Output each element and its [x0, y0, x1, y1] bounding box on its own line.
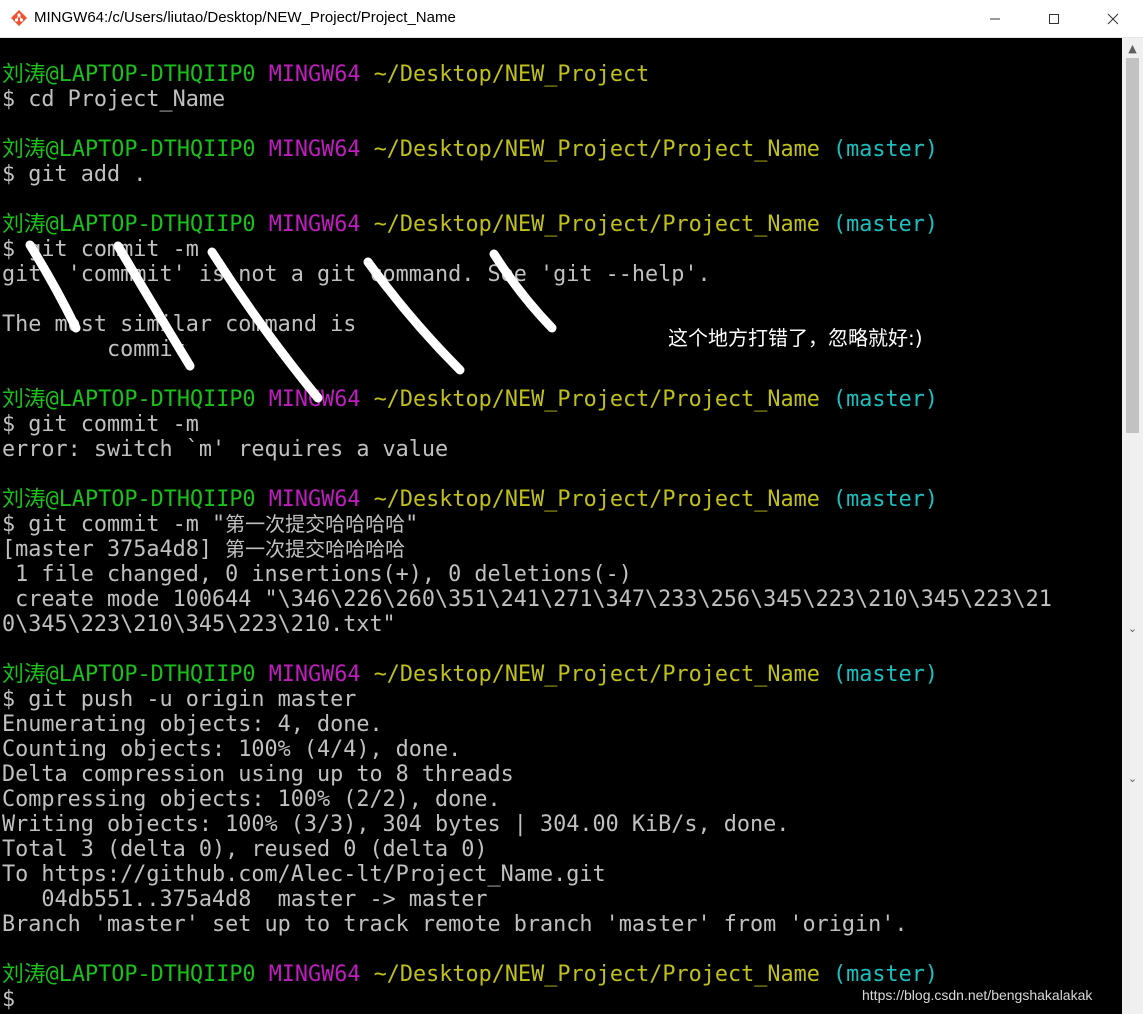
- prompt-host: MINGW64: [268, 62, 361, 87]
- command-prompt: $: [2, 987, 16, 1012]
- prompt-branch: (master): [833, 212, 938, 237]
- command-text: $ git commit -m ": [2, 512, 226, 537]
- prompt-user: 刘涛@LAPTOP-DTHQIIP0: [2, 387, 256, 412]
- output-line: error: switch `m' requires a value: [2, 437, 449, 462]
- prompt-line: 刘涛@LAPTOP-DTHQIIP0 MINGW64 ~/Desktop/NEW…: [2, 62, 649, 87]
- output-line: Writing objects: 100% (3/3), 304 bytes |…: [2, 812, 790, 837]
- prompt-line: 刘涛@LAPTOP-DTHQIIP0 MINGW64 ~/Desktop/NEW…: [2, 662, 938, 687]
- prompt-branch: (master): [833, 962, 938, 987]
- output-line: To https://github.com/Alec-lt/Project_Na…: [2, 862, 606, 887]
- prompt-branch: (master): [833, 137, 938, 162]
- prompt-path: ~/Desktop/NEW_Project/Project_Name: [373, 662, 820, 687]
- maximize-icon: [1049, 13, 1059, 24]
- chevron-down-icon: ⌄: [1127, 621, 1138, 635]
- output-line: create mode 100644 "\346\226\260\351\241…: [2, 587, 1052, 612]
- window-titlebar[interactable]: MINGW64:/c/Users/liutao/Desktop/NEW_Proj…: [0, 0, 1143, 38]
- output-line: The most similar command is: [2, 312, 357, 337]
- scroll-up-button[interactable]: ▲: [1122, 38, 1143, 58]
- annotation-note: 这个地方打错了，忽略就好:): [668, 326, 923, 350]
- minimize-button[interactable]: [966, 0, 1024, 37]
- command-line: $ git commit -m: [2, 237, 199, 262]
- commit-message: 第一次提交哈哈哈哈: [225, 537, 406, 561]
- vertical-scrollbar[interactable]: ▲ ⌄ ⌄: [1122, 38, 1143, 1014]
- output-line: Counting objects: 100% (4/4), done.: [2, 737, 462, 762]
- close-button[interactable]: [1084, 0, 1142, 37]
- prompt-line: 刘涛@LAPTOP-DTHQIIP0 MINGW64 ~/Desktop/NEW…: [2, 212, 938, 237]
- prompt-branch: (master): [833, 387, 938, 412]
- minimize-icon: [990, 18, 1000, 19]
- prompt-branch: (master): [833, 487, 938, 512]
- watermark: https://blog.csdn.net/bengshakalakak: [862, 987, 1093, 1003]
- prompt-host: MINGW64: [268, 387, 361, 412]
- maximize-button[interactable]: [1025, 0, 1083, 37]
- git-bash-icon: [11, 10, 27, 26]
- prompt-user: 刘涛@LAPTOP-DTHQIIP0: [2, 962, 256, 987]
- command-line: $ git commit -m: [2, 412, 199, 437]
- prompt-user: 刘涛@LAPTOP-DTHQIIP0: [2, 137, 256, 162]
- prompt-line: 刘涛@LAPTOP-DTHQIIP0 MINGW64 ~/Desktop/NEW…: [2, 487, 938, 512]
- prompt-host: MINGW64: [268, 137, 361, 162]
- chevron-up-icon: ▲: [1128, 41, 1137, 55]
- prompt-path: ~/Desktop/NEW_Project/Project_Name: [373, 487, 820, 512]
- output-line: Enumerating objects: 4, done.: [2, 712, 383, 737]
- scroll-down-button-2[interactable]: ⌄: [1122, 768, 1143, 788]
- command-line: $ git push -u origin master: [2, 687, 357, 712]
- commit-message: 第一次提交哈哈哈哈: [225, 512, 406, 536]
- output-line: [master 375a4d8] 第一次提交哈哈哈哈: [2, 537, 405, 562]
- command-line: $ git add .: [2, 162, 147, 187]
- prompt-line: 刘涛@LAPTOP-DTHQIIP0 MINGW64 ~/Desktop/NEW…: [2, 962, 938, 987]
- prompt-user: 刘涛@LAPTOP-DTHQIIP0: [2, 487, 256, 512]
- prompt-host: MINGW64: [268, 662, 361, 687]
- prompt-user: 刘涛@LAPTOP-DTHQIIP0: [2, 62, 256, 87]
- output-line: Delta compression using up to 8 threads: [2, 762, 514, 787]
- prompt-user: 刘涛@LAPTOP-DTHQIIP0: [2, 212, 256, 237]
- output-line: 04db551..375a4d8 master -> master: [2, 887, 488, 912]
- prompt-path: ~/Desktop/NEW_Project/Project_Name: [373, 212, 820, 237]
- prompt-path: ~/Desktop/NEW_Project: [373, 62, 650, 87]
- window-title: MINGW64:/c/Users/liutao/Desktop/NEW_Proj…: [34, 9, 456, 26]
- output-line: 1 file changed, 0 insertions(+), 0 delet…: [2, 562, 632, 587]
- output-line: git: 'commmit' is not a git command. See…: [2, 262, 711, 287]
- output-line: Total 3 (delta 0), reused 0 (delta 0): [2, 837, 488, 862]
- chevron-down-icon: ⌄: [1127, 771, 1138, 785]
- prompt-user: 刘涛@LAPTOP-DTHQIIP0: [2, 662, 256, 687]
- prompt-host: MINGW64: [268, 212, 361, 237]
- output-line: commit: [2, 337, 186, 362]
- output-line: Branch 'master' set up to track remote b…: [2, 912, 908, 937]
- prompt-branch: (master): [833, 662, 938, 687]
- prompt-path: ~/Desktop/NEW_Project/Project_Name: [373, 962, 820, 987]
- command-line: $ cd Project_Name: [2, 87, 226, 112]
- prompt-path: ~/Desktop/NEW_Project/Project_Name: [373, 387, 820, 412]
- prompt-host: MINGW64: [268, 962, 361, 987]
- commit-header: [master 375a4d8]: [2, 537, 226, 562]
- prompt-host: MINGW64: [268, 487, 361, 512]
- prompt-line: 刘涛@LAPTOP-DTHQIIP0 MINGW64 ~/Desktop/NEW…: [2, 137, 938, 162]
- output-line: 0\345\223\210\345\223\210.txt": [2, 612, 396, 637]
- command-line: $ git commit -m "第一次提交哈哈哈哈": [2, 512, 418, 537]
- prompt-line: 刘涛@LAPTOP-DTHQIIP0 MINGW64 ~/Desktop/NEW…: [2, 387, 938, 412]
- command-text: ": [405, 512, 419, 537]
- scroll-down-button[interactable]: ⌄: [1122, 618, 1143, 638]
- prompt-path: ~/Desktop/NEW_Project/Project_Name: [373, 137, 820, 162]
- scroll-thumb[interactable]: [1126, 58, 1139, 433]
- terminal-output[interactable]: 刘涛@LAPTOP-DTHQIIP0 MINGW64 ~/Desktop/NEW…: [0, 38, 1122, 1014]
- close-icon: [1107, 13, 1119, 24]
- output-line: Compressing objects: 100% (2/2), done.: [2, 787, 501, 812]
